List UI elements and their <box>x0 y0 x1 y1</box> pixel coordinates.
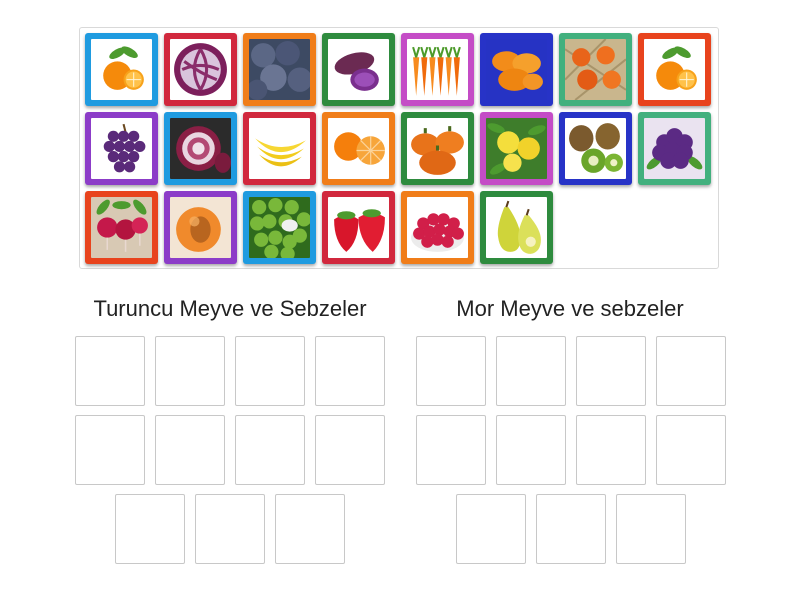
card-orange[interactable] <box>85 33 158 106</box>
drop-slot[interactable] <box>536 494 606 564</box>
bananas-image <box>249 118 310 179</box>
card-dried-apricots[interactable] <box>480 33 553 106</box>
card-radishes[interactable] <box>85 191 158 264</box>
drop-slot[interactable] <box>616 494 686 564</box>
drop-slot[interactable] <box>315 415 385 485</box>
grapes-image <box>91 118 152 179</box>
pears-image <box>486 197 547 258</box>
card-red-cabbage[interactable] <box>164 33 237 106</box>
card-strawberries[interactable] <box>322 191 395 264</box>
card-bananas[interactable] <box>243 112 316 185</box>
plums-image <box>249 39 310 100</box>
drop-slot[interactable] <box>496 336 566 406</box>
drop-slot[interactable] <box>75 415 145 485</box>
card-raspberries[interactable] <box>401 191 474 264</box>
drop-slot[interactable] <box>155 336 225 406</box>
drop-slot[interactable] <box>315 336 385 406</box>
card-lemons[interactable] <box>480 112 553 185</box>
group-title-purple: Mor Meyve ve sebzeler <box>456 296 684 321</box>
orange-image <box>644 39 705 100</box>
card-apricot[interactable] <box>164 191 237 264</box>
drop-slot[interactable] <box>656 336 726 406</box>
carrots-image <box>407 39 468 100</box>
card-plums[interactable] <box>243 33 316 106</box>
strawberries-image <box>328 197 389 258</box>
radishes-image <box>91 197 152 258</box>
card-pumpkins[interactable] <box>401 112 474 185</box>
drop-slot[interactable] <box>195 494 265 564</box>
lemons-image <box>486 118 547 179</box>
drop-slot[interactable] <box>496 415 566 485</box>
drop-slot[interactable] <box>115 494 185 564</box>
kiwi-image <box>565 118 626 179</box>
card-pears[interactable] <box>480 191 553 264</box>
drop-slot[interactable] <box>235 415 305 485</box>
drop-slot[interactable] <box>576 336 646 406</box>
card-tangerines[interactable] <box>559 33 632 106</box>
drop-slot[interactable] <box>416 336 486 406</box>
green-peas-image <box>249 197 310 258</box>
red-cabbage-image <box>170 39 231 100</box>
drop-slot[interactable] <box>235 336 305 406</box>
tangerines-image <box>565 39 626 100</box>
drop-slot[interactable] <box>456 494 526 564</box>
raspberries-image <box>407 197 468 258</box>
dried-apricots-image <box>486 39 547 100</box>
card-orange[interactable] <box>638 33 711 106</box>
card-kiwi[interactable] <box>559 112 632 185</box>
card-grapes[interactable] <box>85 112 158 185</box>
group-title-orange: Turuncu Meyve ve Sebzeler <box>93 296 367 321</box>
drop-slot[interactable] <box>656 415 726 485</box>
drop-slot[interactable] <box>275 494 345 564</box>
purple-cauliflower-image <box>644 118 705 179</box>
purple-sweet-potato-image <box>328 39 389 100</box>
card-mandarin-peeled[interactable] <box>322 112 395 185</box>
drop-slot[interactable] <box>75 336 145 406</box>
pumpkins-image <box>407 118 468 179</box>
drop-slot[interactable] <box>416 415 486 485</box>
orange-image <box>91 39 152 100</box>
mandarin-peeled-image <box>328 118 389 179</box>
card-purple-sweet-potato[interactable] <box>322 33 395 106</box>
card-carrots[interactable] <box>401 33 474 106</box>
drop-slot[interactable] <box>155 415 225 485</box>
red-onion-image <box>170 118 231 179</box>
apricot-image <box>170 197 231 258</box>
drop-slot[interactable] <box>576 415 646 485</box>
card-red-onion[interactable] <box>164 112 237 185</box>
card-purple-cauliflower[interactable] <box>638 112 711 185</box>
card-green-peas[interactable] <box>243 191 316 264</box>
